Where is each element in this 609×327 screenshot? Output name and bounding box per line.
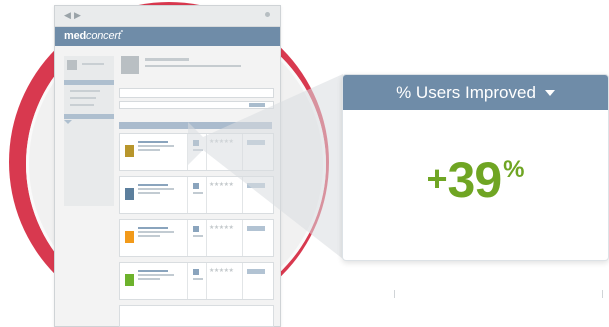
- item-type-line: [193, 235, 203, 237]
- sidebar-pointer-icon: [64, 120, 72, 124]
- item-action-button[interactable]: [247, 226, 265, 231]
- item-detail-line: [138, 235, 160, 237]
- rating-stars: ★★★★★: [209, 268, 234, 274]
- item-color-swatch: [125, 231, 134, 243]
- sidebar-item[interactable]: [70, 104, 94, 106]
- logo-primary: med: [64, 30, 87, 42]
- list-item[interactable]: ★★★★★: [119, 133, 274, 171]
- item-divider: [187, 134, 188, 170]
- item-title-line: [138, 184, 168, 186]
- list-item[interactable]: ★★★★★: [119, 176, 274, 214]
- item-divider: [242, 134, 243, 170]
- item-type-line: [193, 149, 203, 151]
- item-type-line: [193, 192, 203, 194]
- item-type-icon: [193, 269, 199, 275]
- page-subtitle-line: [145, 65, 241, 67]
- item-detail-line: [138, 192, 160, 194]
- item-detail-line: [138, 149, 160, 151]
- item-title-line: [138, 141, 168, 143]
- stat-dropdown-label: % Users Improved: [396, 82, 536, 102]
- tick-mark: [394, 290, 395, 298]
- app-header: medconcert°: [55, 27, 280, 46]
- profile-thumbnail: [121, 56, 139, 74]
- item-detail-line: [138, 188, 174, 190]
- stat-callout-card: % Users Improved +39%: [342, 74, 609, 261]
- item-title-line: [138, 270, 168, 272]
- rating-stars: ★★★★★: [209, 182, 234, 188]
- item-type-icon: [193, 183, 199, 189]
- chevron-down-icon: [544, 89, 555, 96]
- stat-unit: %: [503, 156, 525, 183]
- stat-value: +39%: [343, 151, 608, 209]
- item-color-swatch: [125, 274, 134, 286]
- item-divider: [206, 134, 207, 170]
- list-item[interactable]: ★★★★★: [119, 219, 274, 257]
- item-action-button[interactable]: [247, 140, 265, 145]
- sidebar-avatar: [67, 60, 77, 70]
- item-detail-line: [138, 274, 174, 276]
- item-divider: [206, 263, 207, 299]
- sidebar-section-header[interactable]: [64, 114, 114, 119]
- list-item[interactable]: ★★★★★: [119, 262, 274, 300]
- item-action-button[interactable]: [247, 269, 265, 274]
- browser-menu-dot-icon[interactable]: [265, 12, 270, 17]
- stat-number: 39: [447, 152, 503, 208]
- sidebar: [64, 56, 114, 206]
- rating-stars: ★★★★★: [209, 139, 234, 145]
- medconcert-logo[interactable]: medconcert°: [64, 30, 123, 42]
- item-divider: [242, 263, 243, 299]
- sidebar-item[interactable]: [70, 97, 96, 99]
- item-detail-line: [138, 231, 174, 233]
- back-arrow-icon[interactable]: ◀: [64, 10, 71, 20]
- search-input[interactable]: [119, 88, 274, 98]
- tick-mark: [602, 290, 603, 298]
- item-divider: [187, 177, 188, 213]
- filter-bar[interactable]: [119, 101, 274, 109]
- item-divider: [206, 177, 207, 213]
- item-type-line: [193, 278, 203, 280]
- item-divider: [206, 220, 207, 256]
- sidebar-name-line: [82, 63, 104, 65]
- item-divider: [187, 220, 188, 256]
- item-divider: [242, 177, 243, 213]
- item-type-icon: [193, 140, 199, 146]
- item-color-swatch: [125, 188, 134, 200]
- sidebar-item[interactable]: [70, 90, 100, 92]
- item-action-button[interactable]: [247, 183, 265, 188]
- item-detail-line: [138, 278, 160, 280]
- filter-button[interactable]: [249, 103, 265, 107]
- browser-toolbar: ◀ ▶: [55, 6, 280, 27]
- item-type-icon: [193, 226, 199, 232]
- illustration: ◀ ▶ medconcert° ★★★★★ ★★★★★ ★★★★★ ★★★★★ …: [0, 0, 609, 327]
- forward-arrow-icon[interactable]: ▶: [74, 10, 81, 20]
- stat-sign: +: [426, 158, 448, 199]
- item-divider: [187, 263, 188, 299]
- main-content: ★★★★★ ★★★★★ ★★★★★ ★★★★★: [119, 51, 274, 327]
- item-divider: [242, 220, 243, 256]
- item-title-line: [138, 227, 168, 229]
- logo-secondary: concert: [86, 30, 121, 42]
- page-title-line: [145, 58, 189, 61]
- item-detail-line: [138, 145, 174, 147]
- sidebar-item-active[interactable]: [64, 80, 114, 85]
- rating-stars: ★★★★★: [209, 225, 234, 231]
- list-header: [119, 122, 272, 129]
- item-color-swatch: [125, 145, 134, 157]
- logo-mark: °: [120, 30, 123, 37]
- browser-window: ◀ ▶ medconcert° ★★★★★ ★★★★★ ★★★★★ ★★★★★: [54, 5, 281, 327]
- list-item[interactable]: [119, 305, 274, 327]
- stat-dropdown[interactable]: % Users Improved: [343, 75, 608, 110]
